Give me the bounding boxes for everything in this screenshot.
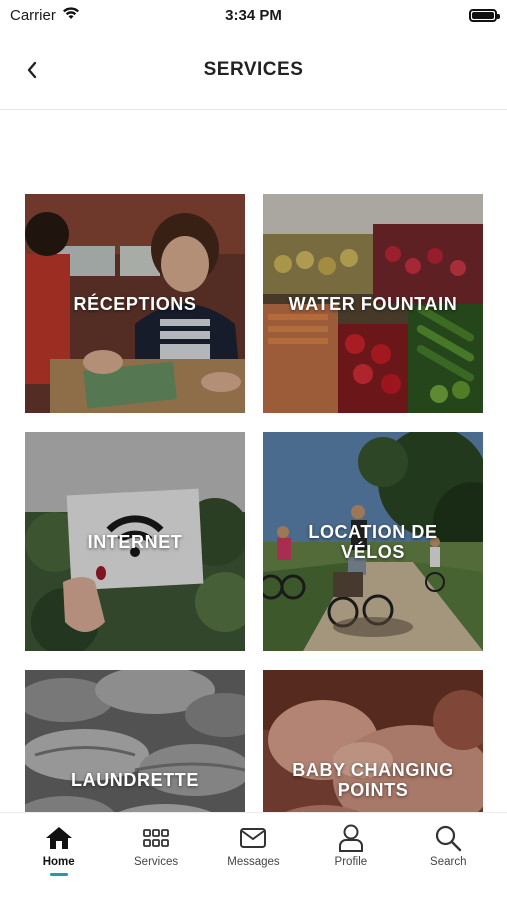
service-card-receptions[interactable]: RÉCEPTIONS [25,194,245,413]
tab-search[interactable]: Search [408,823,488,900]
service-card-water-fountain[interactable]: WATER FOUNTAIN [263,194,483,413]
carrier-label: Carrier [10,6,56,24]
status-bar: Carrier 3:34 PM [0,0,507,30]
service-label: LOCATION DE VÉLOS [308,521,438,562]
search-icon [433,823,463,853]
tab-label: Home [42,856,75,868]
service-label: INTERNET [87,531,183,552]
tab-label: Services [134,856,179,868]
tab-label: Search [430,856,467,868]
service-card-internet[interactable]: INTERNET [25,432,245,651]
active-tab-indicator [49,873,68,876]
service-label: WATER FOUNTAIN [288,293,458,314]
back-button[interactable] [18,56,46,84]
tab-home[interactable]: Home [19,823,99,900]
service-label: RÉCEPTIONS [73,293,197,314]
services-grid: RÉCEPTIONS WATER FOUNTAIN INTERNET LOCAT… [25,194,483,889]
user-icon [336,823,366,853]
page-header: SERVICES [0,30,507,110]
tab-label: Profile [334,856,368,868]
tab-profile[interactable]: Profile [311,823,391,900]
chevron-left-icon [27,61,37,79]
tab-messages[interactable]: Messages [213,823,293,900]
envelope-icon [238,823,268,853]
battery-icon [469,8,500,22]
service-card-location-de-velos[interactable]: LOCATION DE VÉLOS [263,432,483,651]
page-title: SERVICES [203,58,304,80]
status-left: Carrier [10,6,80,24]
tab-label: Messages [227,856,280,868]
home-icon [44,823,74,853]
bottom-tab-bar: Home Services Messages Profile Search [0,812,507,900]
tab-services[interactable]: Services [116,823,196,900]
grid-icon [141,823,171,853]
wifi-icon [62,6,80,24]
